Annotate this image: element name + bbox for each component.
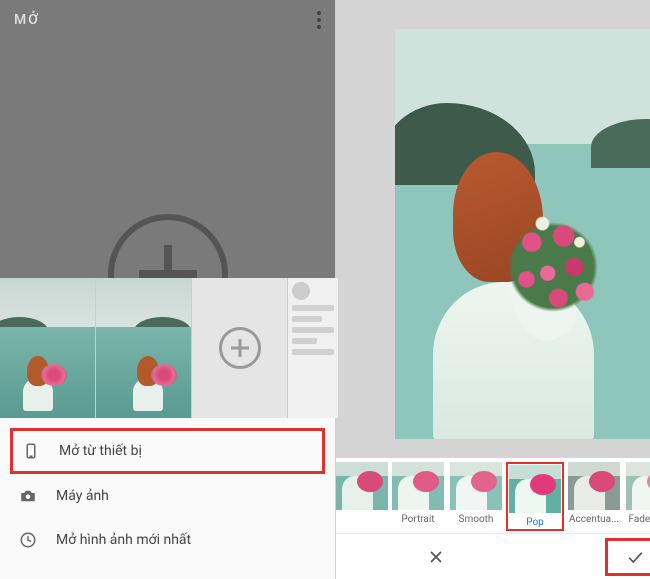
edited-photo[interactable] bbox=[395, 29, 650, 439]
filter-edge[interactable] bbox=[336, 462, 388, 514]
menu-label: Máy ảnh bbox=[56, 488, 109, 504]
menu-label: Mở hình ảnh mới nhất bbox=[56, 532, 191, 548]
filter-label: Pop bbox=[526, 517, 544, 528]
filter-portrait[interactable]: Portrait bbox=[390, 462, 446, 525]
filter-strip[interactable]: PortraitSmoothPopAccentua...Faded Gl...M bbox=[336, 458, 650, 533]
recent-thumbnails bbox=[0, 278, 335, 418]
check-icon bbox=[625, 547, 645, 567]
editor-panel: PortraitSmoothPopAccentua...Faded Gl...M bbox=[336, 0, 650, 579]
filter-faded[interactable]: Faded Gl... bbox=[624, 462, 650, 525]
menu-label: Mở từ thiết bị bbox=[59, 443, 142, 459]
device-icon bbox=[21, 441, 41, 461]
filter-pop[interactable]: Pop bbox=[506, 462, 564, 531]
filter-thumb bbox=[626, 462, 650, 510]
filter-label: Smooth bbox=[459, 514, 494, 525]
editor-canvas bbox=[336, 0, 650, 458]
recent-thumb[interactable] bbox=[288, 278, 338, 418]
filter-thumb bbox=[392, 462, 444, 510]
clock-icon bbox=[18, 530, 38, 550]
camera-icon bbox=[18, 486, 38, 506]
open-panel: MỞ bbox=[0, 0, 336, 579]
filter-thumb bbox=[336, 462, 388, 510]
filter-label: Faded Gl... bbox=[628, 514, 650, 525]
filter-thumb bbox=[450, 462, 502, 510]
open-backdrop: MỞ bbox=[0, 0, 335, 278]
editor-action-bar bbox=[336, 533, 650, 579]
plus-circle-icon bbox=[219, 327, 261, 369]
filter-thumb bbox=[509, 465, 561, 513]
recent-thumb[interactable] bbox=[192, 278, 287, 418]
filter-accentuate[interactable]: Accentua... bbox=[566, 462, 622, 525]
filter-label: Accentua... bbox=[569, 514, 619, 525]
close-icon bbox=[426, 547, 446, 567]
filter-label: Portrait bbox=[401, 514, 434, 525]
menu-open-from-device[interactable]: Mở từ thiết bị bbox=[10, 428, 325, 474]
menu-open-recent[interactable]: Mở hình ảnh mới nhất bbox=[0, 518, 335, 562]
menu-camera[interactable]: Máy ảnh bbox=[0, 474, 335, 518]
confirm-button[interactable] bbox=[605, 538, 650, 576]
open-menu: Mở từ thiết bị Máy ảnh Mở hình ảnh mới n… bbox=[0, 418, 335, 579]
recent-thumb[interactable] bbox=[96, 278, 191, 418]
recent-thumb[interactable] bbox=[0, 278, 95, 418]
more-icon[interactable] bbox=[317, 11, 321, 29]
filter-smooth[interactable]: Smooth bbox=[448, 462, 504, 525]
filter-thumb bbox=[568, 462, 620, 510]
cancel-button[interactable] bbox=[406, 538, 466, 576]
open-title: MỞ bbox=[14, 12, 40, 28]
open-header: MỞ bbox=[0, 0, 335, 40]
